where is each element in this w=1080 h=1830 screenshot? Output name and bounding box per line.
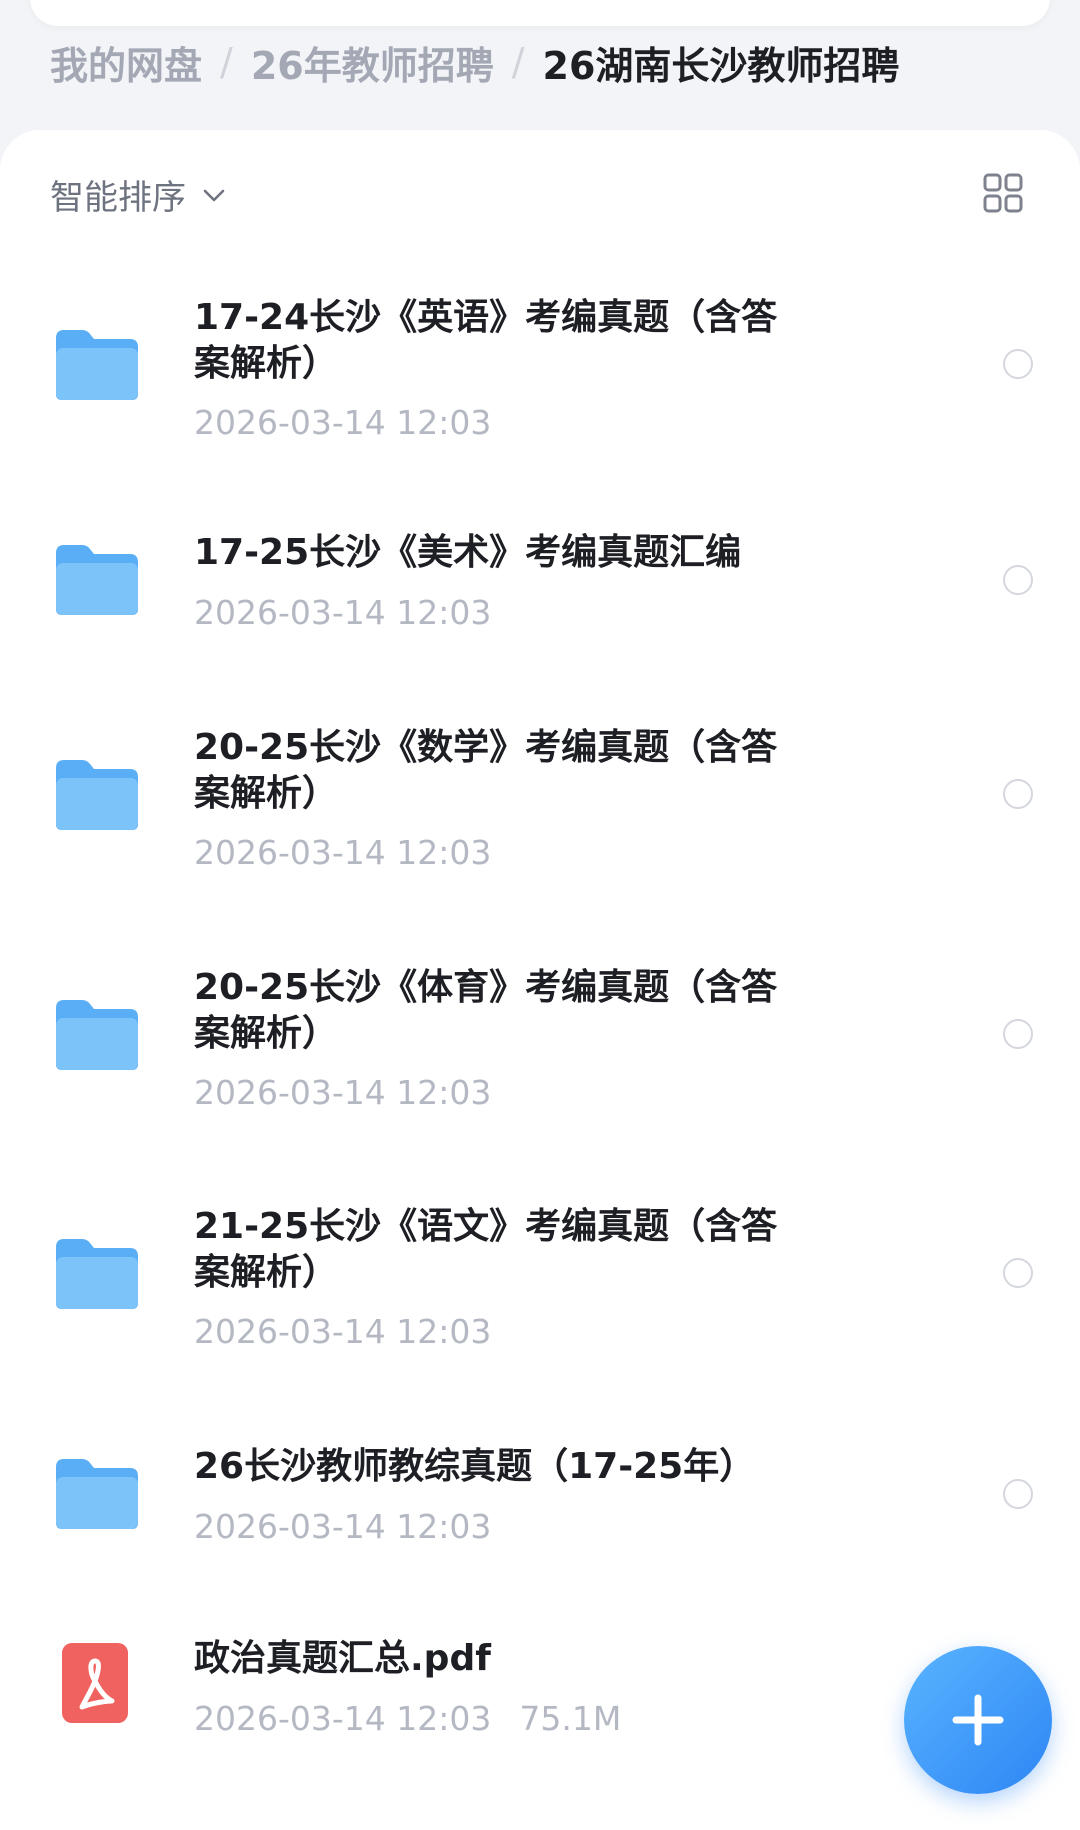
add-button[interactable] — [904, 1646, 1052, 1794]
folder-icon — [56, 1459, 138, 1529]
sort-label: 智能排序 — [50, 178, 186, 218]
select-checkbox[interactable] — [1003, 349, 1033, 379]
breadcrumb: 我的网盘 / 26年教师招聘 / 26湖南长沙教师招聘 — [50, 30, 899, 94]
select-checkbox[interactable] — [1003, 1479, 1033, 1509]
chevron-down-icon — [203, 189, 225, 201]
file-date: 2026-03-14 12:03 — [194, 593, 492, 632]
file-date: 2026-03-14 12:03 — [194, 1699, 492, 1738]
file-name: 21-25长沙《语文》考编真题（含答案解析） — [194, 1206, 778, 1293]
file-meta: 2026-03-14 12:03 — [194, 1073, 491, 1112]
breadcrumb-separator: / — [511, 40, 525, 84]
file-name: 20-25长沙《体育》考编真题（含答案解析） — [194, 967, 778, 1054]
file-name: 17-25长沙《美术》考编真题汇编 — [194, 532, 742, 573]
file-meta: 2026-03-14 12:03 — [194, 1507, 491, 1546]
sort-dropdown[interactable]: 智能排序 — [50, 170, 228, 219]
pdf-file-icon — [62, 1643, 128, 1723]
file-date: 2026-03-14 12:03 — [194, 403, 492, 442]
select-checkbox[interactable] — [1003, 1019, 1033, 1049]
folder-icon — [56, 760, 138, 830]
folder-icon — [56, 1000, 138, 1070]
file-date: 2026-03-14 12:03 — [194, 1312, 492, 1351]
plus-icon — [952, 1694, 1004, 1746]
file-meta: 2026-03-14 12:03 — [194, 403, 491, 442]
file-meta: 2026-03-14 12:03 — [194, 1312, 491, 1351]
select-checkbox[interactable] — [1003, 779, 1033, 809]
file-name: 17-24长沙《英语》考编真题（含答案解析） — [194, 297, 778, 384]
breadcrumb-current-folder: 26湖南长沙教师招聘 — [542, 43, 900, 88]
select-checkbox[interactable] — [1003, 1258, 1033, 1288]
file-date: 2026-03-14 12:03 — [194, 833, 492, 872]
file-name: 政治真题汇总.pdf — [194, 1638, 491, 1679]
folder-icon — [56, 1239, 138, 1309]
file-name: 20-25长沙《数学》考编真题（含答案解析） — [194, 727, 778, 814]
file-meta: 2026-03-14 12:03 — [194, 593, 491, 632]
file-date: 2026-03-14 12:03 — [194, 1073, 492, 1112]
folder-icon — [56, 330, 138, 400]
file-meta: 2026-03-14 12:03 75.1M — [194, 1699, 621, 1738]
folder-icon — [56, 545, 138, 615]
grid-view-icon[interactable] — [982, 172, 1024, 214]
file-size: 75.1M — [519, 1699, 622, 1738]
file-date: 2026-03-14 12:03 — [194, 1507, 492, 1546]
search-bar-remnant — [30, 0, 1050, 26]
file-name: 26长沙教师教综真题（17-25年） — [194, 1446, 756, 1487]
breadcrumb-separator: / — [220, 40, 233, 84]
select-checkbox[interactable] — [1003, 565, 1033, 595]
breadcrumb-recruitment-2026[interactable]: 26年教师招聘 — [251, 35, 494, 90]
file-meta: 2026-03-14 12:03 — [194, 833, 491, 872]
breadcrumb-my-drive[interactable]: 我的网盘 — [50, 35, 202, 90]
